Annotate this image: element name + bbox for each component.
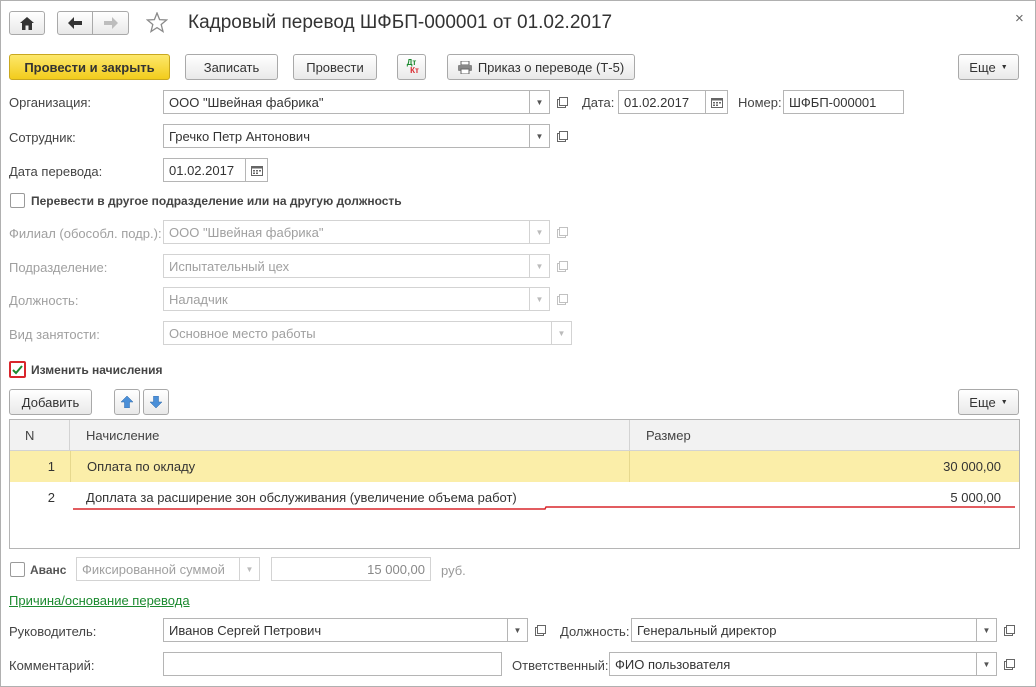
comment-label: Комментарий: xyxy=(9,658,95,673)
date-field[interactable]: 01.02.2017 xyxy=(618,90,706,114)
table-row[interactable]: 1 Оплата по окладу 30 000,00 xyxy=(10,451,1019,482)
manager-label: Руководитель: xyxy=(9,624,97,639)
organization-dropdown-icon[interactable]: ▼ xyxy=(530,90,550,114)
branch-field: ООО "Швейная фабрика" xyxy=(163,220,530,244)
chevron-down-icon: ▼ xyxy=(1000,398,1008,406)
department-dropdown-icon: ▼ xyxy=(530,254,550,278)
transfer-reason-link[interactable]: Причина/основание перевода xyxy=(9,593,190,608)
manager-dropdown-icon[interactable]: ▼ xyxy=(508,618,528,642)
responsible-label: Ответственный: xyxy=(512,658,609,673)
arrow-up-icon xyxy=(121,396,133,408)
row-number: 2 xyxy=(47,490,55,505)
transfer-date-label: Дата перевода: xyxy=(9,164,103,179)
employee-dropdown-icon[interactable]: ▼ xyxy=(530,124,550,148)
row-number: 1 xyxy=(47,459,55,474)
home-button[interactable] xyxy=(9,11,45,35)
dt-kt-button[interactable]: Дт Кт xyxy=(397,54,426,80)
row-accrual: Оплата по окладу xyxy=(70,451,630,482)
more-label: Еще xyxy=(969,394,996,410)
move-down-button[interactable] xyxy=(143,389,169,415)
print-order-label: Приказ о переводе (Т-5) xyxy=(477,59,625,75)
column-header-amount[interactable]: Размер xyxy=(630,420,1019,451)
post-and-close-button[interactable]: Провести и закрыть xyxy=(9,54,170,80)
red-underline-annotation xyxy=(73,506,1015,510)
more-button-top[interactable]: Еще ▼ xyxy=(958,54,1019,80)
responsible-field[interactable]: ФИО пользователя xyxy=(609,652,977,676)
chevron-down-icon: ▼ xyxy=(1000,63,1008,71)
column-header-accrual[interactable]: Начисление xyxy=(70,420,630,451)
organization-field[interactable]: ООО "Швейная фабрика" xyxy=(163,90,530,114)
employee-open-icon[interactable] xyxy=(552,124,572,148)
print-order-button[interactable]: Приказ о переводе (Т-5) xyxy=(447,54,635,80)
position-open-icon xyxy=(552,287,572,311)
row-amount: 30 000,00 xyxy=(943,459,1001,474)
employment-type-dropdown-icon: ▼ xyxy=(552,321,572,345)
advance-checkbox[interactable] xyxy=(10,562,25,577)
date-label: Дата: xyxy=(582,95,615,110)
position-dropdown-icon: ▼ xyxy=(530,287,550,311)
transfer-checkbox-label[interactable]: Перевести в другое подразделение или на … xyxy=(31,194,402,208)
manager-position-open-icon[interactable] xyxy=(999,618,1019,642)
accruals-table[interactable]: N Начисление Размер 1 Оплата по окладу 3… xyxy=(9,419,1020,549)
arrow-right-icon xyxy=(103,17,118,29)
branch-dropdown-icon: ▼ xyxy=(530,220,550,244)
organization-label: Организация: xyxy=(9,95,92,110)
transfer-date-calendar-icon[interactable] xyxy=(246,158,268,182)
advance-currency-label: руб. xyxy=(441,563,466,578)
back-button[interactable] xyxy=(57,11,93,35)
checkmark-icon xyxy=(12,364,23,374)
more-label: Еще xyxy=(969,59,996,75)
manager-position-dropdown-icon[interactable]: ▼ xyxy=(977,618,997,642)
transfer-checkbox[interactable] xyxy=(10,193,25,208)
arrow-down-icon xyxy=(150,396,162,408)
save-button[interactable]: Записать xyxy=(185,54,278,80)
employee-field[interactable]: Гречко Петр Антонович xyxy=(163,124,530,148)
branch-open-icon xyxy=(552,220,572,244)
employment-type-label: Вид занятости: xyxy=(9,327,100,342)
responsible-open-icon[interactable] xyxy=(999,652,1019,676)
number-label: Номер: xyxy=(738,95,782,110)
advance-type-field: Фиксированной суммой xyxy=(76,557,240,581)
forward-button[interactable] xyxy=(92,11,129,35)
manager-position-label: Должность: xyxy=(560,624,630,639)
position-label: Должность: xyxy=(9,293,79,308)
employee-label: Сотрудник: xyxy=(9,130,76,145)
department-open-icon xyxy=(552,254,572,278)
favorite-star-icon[interactable] xyxy=(145,11,169,36)
move-up-button[interactable] xyxy=(114,389,140,415)
advance-label[interactable]: Аванс xyxy=(30,563,66,577)
home-icon xyxy=(20,16,34,30)
department-field: Испытательный цех xyxy=(163,254,530,278)
calendar-icon[interactable] xyxy=(706,90,728,114)
number-field[interactable]: ШФБП-000001 xyxy=(783,90,904,114)
more-button-table[interactable]: Еще ▼ xyxy=(958,389,1019,415)
advance-amount-field: 15 000,00 xyxy=(271,557,431,581)
change-accruals-checkbox[interactable] xyxy=(9,361,26,378)
post-button[interactable]: Провести xyxy=(293,54,377,80)
advance-type-dropdown-icon: ▼ xyxy=(240,557,260,581)
comment-field[interactable] xyxy=(163,652,502,676)
printer-icon xyxy=(457,60,472,74)
transfer-date-field[interactable]: 01.02.2017 xyxy=(163,158,246,182)
close-icon[interactable]: × xyxy=(1015,10,1024,27)
department-label: Подразделение: xyxy=(9,260,108,275)
employment-type-field: Основное место работы xyxy=(163,321,552,345)
add-button[interactable]: Добавить xyxy=(9,389,92,415)
kt-label: Кт xyxy=(410,66,419,75)
branch-label: Филиал (обособл. подр.): xyxy=(9,226,162,241)
position-field: Наладчик xyxy=(163,287,530,311)
window-title: Кадровый перевод ШФБП-000001 от 01.02.20… xyxy=(188,12,613,33)
organization-open-icon[interactable] xyxy=(552,90,572,114)
manager-field[interactable]: Иванов Сергей Петрович xyxy=(163,618,508,642)
manager-position-field[interactable]: Генеральный директор xyxy=(631,618,977,642)
manager-open-icon[interactable] xyxy=(530,618,550,642)
arrow-left-icon xyxy=(68,17,82,29)
responsible-dropdown-icon[interactable]: ▼ xyxy=(977,652,997,676)
change-accruals-label[interactable]: Изменить начисления xyxy=(31,363,162,377)
column-header-n[interactable]: N xyxy=(10,420,70,451)
